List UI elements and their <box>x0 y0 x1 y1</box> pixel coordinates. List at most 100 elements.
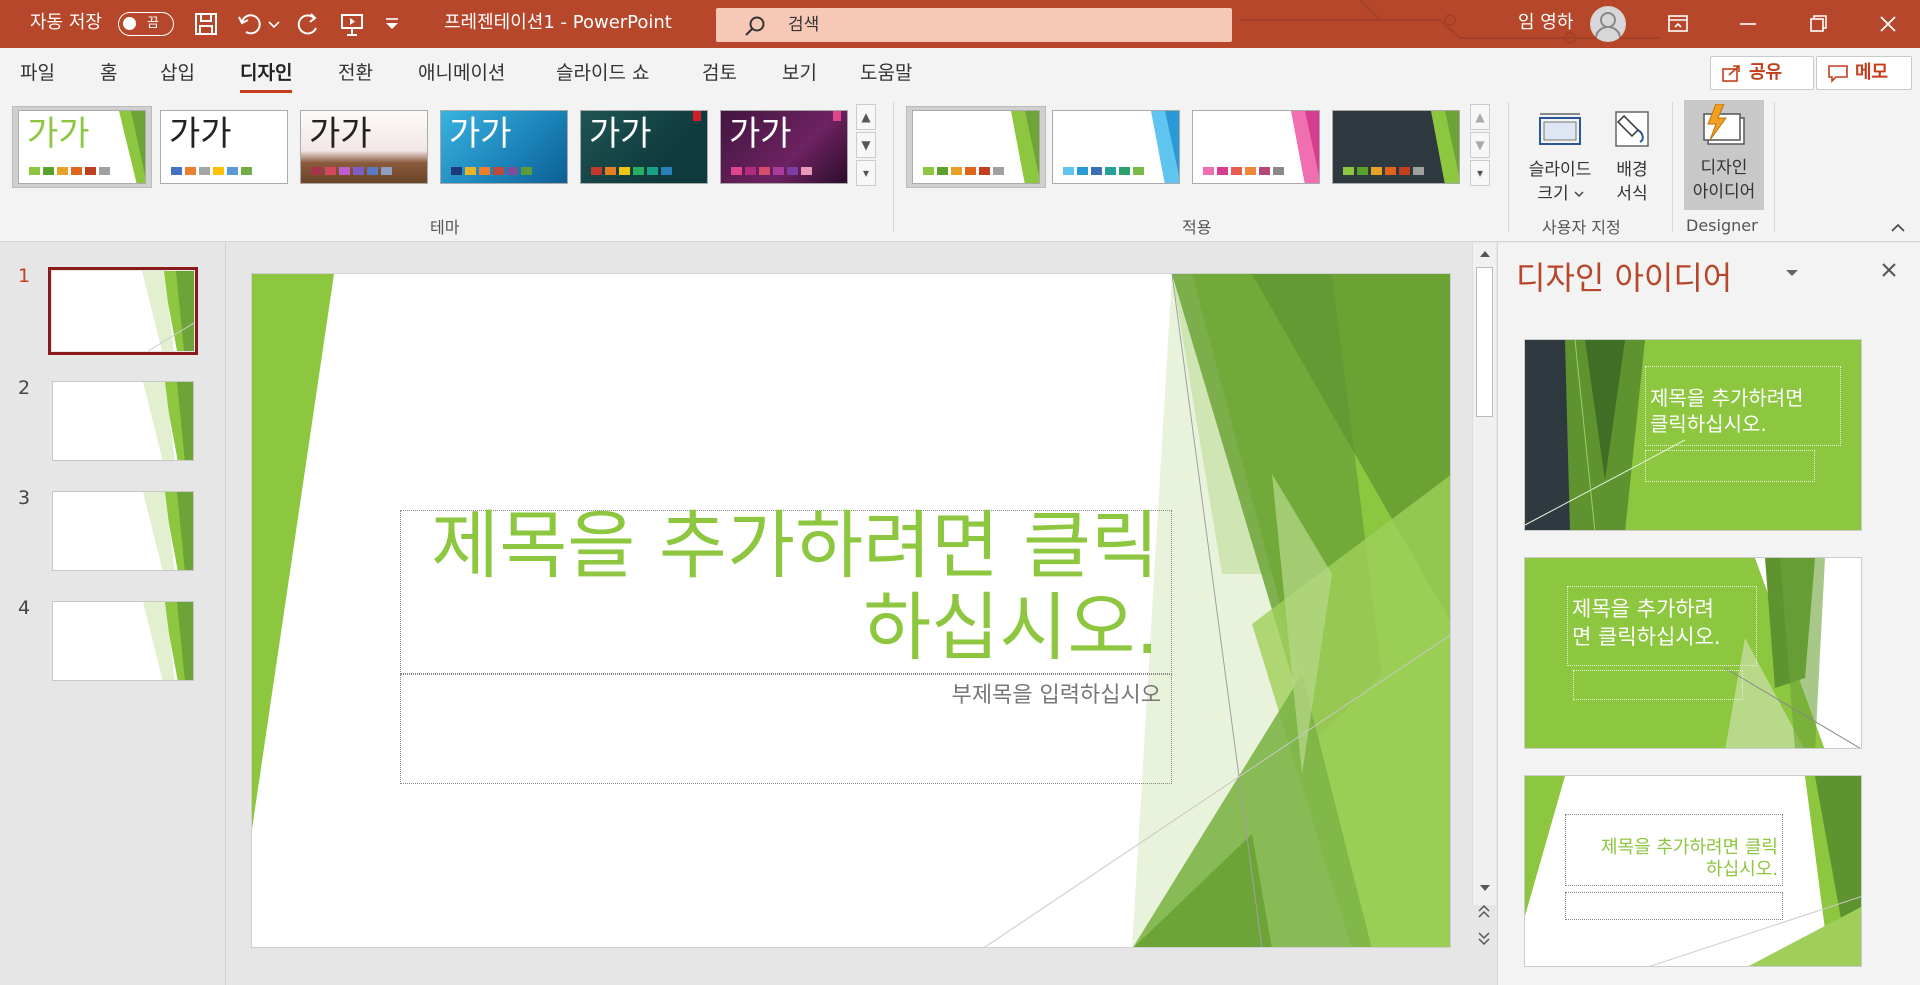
toggle-knob <box>123 17 136 30</box>
themes-group-label: 테마 <box>430 218 460 237</box>
ribbon-separator <box>1774 102 1775 232</box>
variant-3[interactable] <box>1192 110 1320 184</box>
format-background-button[interactable]: 배경 서식 <box>1604 102 1660 210</box>
theme-office[interactable]: 가가 <box>160 110 288 184</box>
tab-file[interactable]: 파일 <box>20 58 55 85</box>
variant-4[interactable] <box>1332 110 1460 184</box>
variant-colors <box>1063 167 1144 175</box>
design-ideas-button[interactable]: 디자인 아이디어 <box>1684 100 1764 210</box>
design-ideas-pane: 디자인 아이디어 제목을 추가하려면 클릭하십시오. 제목을 추가하려 면 클릭… <box>1497 243 1920 985</box>
customize-qat-icon[interactable] <box>380 8 404 40</box>
idea-title-box: 제목을 추가하려면 클릭하십시오. <box>1645 366 1841 446</box>
design-ribbon: 가가 가가 가가 가가 가가 가가 ▲ ▼ ▾ 테마 ▲ ▼ ▾ 적용 슬라이드… <box>0 94 1920 242</box>
scroll-down-icon[interactable] <box>1478 883 1492 893</box>
subtitle-placeholder[interactable]: 부제목을 입력하십시오 <box>400 674 1172 784</box>
designer-group-label: Designer <box>1686 216 1758 235</box>
tab-review[interactable]: 검토 <box>702 58 737 85</box>
restore-icon[interactable] <box>1786 0 1850 48</box>
tab-animations[interactable]: 애니메이션 <box>418 58 505 85</box>
slide-thumbnail-pane: 1 2 3 4 <box>0 243 226 985</box>
theme-colors <box>29 167 110 175</box>
slide-size-label: 슬라이드 <box>1528 160 1592 180</box>
variants-scroll-down-icon[interactable]: ▼ <box>1470 132 1490 158</box>
tab-transitions[interactable]: 전환 <box>338 58 373 85</box>
tab-insert[interactable]: 삽입 <box>160 58 195 85</box>
share-icon <box>1721 63 1743 83</box>
user-name[interactable]: 임 영하 <box>1518 0 1573 48</box>
tab-design[interactable]: 디자인 <box>240 58 293 93</box>
design-ideas-label-2: 아이디어 <box>1692 182 1756 202</box>
idea-subtitle-box <box>1565 892 1783 920</box>
variants-group-label: 적용 <box>1182 218 1212 237</box>
scroll-thumb[interactable] <box>1476 267 1493 417</box>
slide-number: 3 <box>18 487 31 509</box>
slide-thumbnail-1[interactable] <box>52 271 194 351</box>
redo-icon[interactable] <box>292 8 324 40</box>
idea-subtitle-box <box>1645 450 1815 482</box>
slide-size-icon <box>1536 108 1584 148</box>
idea2-title-line1: 제목을 추가하려 <box>1572 597 1714 621</box>
idea3-title-line2: 하십시오. <box>1706 859 1778 880</box>
comments-button[interactable]: 메모 <box>1816 56 1912 90</box>
ribbon-tabs: 파일 홈 삽입 디자인 전환 애니메이션 슬라이드 쇼 검토 보기 도움말 공유… <box>0 48 1920 94</box>
slide-thumbnail-2[interactable] <box>52 381 194 461</box>
tab-help[interactable]: 도움말 <box>860 58 912 85</box>
theme-ion-boardroom[interactable]: 가가 <box>580 110 708 184</box>
variants-scroll-up-icon[interactable]: ▲ <box>1470 104 1490 130</box>
theme-facet[interactable]: 가가 <box>18 110 146 184</box>
idea3-title-line1: 제목을 추가하려면 클릭 <box>1600 837 1778 858</box>
search-box[interactable]: 검색 <box>716 8 1232 42</box>
share-label: 공유 <box>1749 62 1783 83</box>
theme-celestial[interactable]: 가가 <box>720 110 848 184</box>
title-placeholder[interactable]: 제목을 추가하려면 클릭 하십시오. <box>400 505 1172 674</box>
close-icon[interactable] <box>1856 0 1920 48</box>
slide-thumbnail-4[interactable] <box>52 601 194 681</box>
variant-1[interactable] <box>912 110 1040 184</box>
collapse-ribbon-icon[interactable] <box>1890 222 1906 234</box>
powerpoint-window: 자동 저장 끔 프레젠테이션1 - PowerPoint 검색 임 영하 파일 … <box>0 0 1920 985</box>
present-from-start-icon[interactable] <box>336 8 368 40</box>
share-button[interactable]: 공유 <box>1710 56 1814 90</box>
design-ideas-title: 디자인 아이디어 <box>1516 259 1733 297</box>
themes-scroll-up-icon[interactable]: ▲ <box>856 104 876 130</box>
slide-number: 4 <box>18 597 31 619</box>
autosave-toggle[interactable]: 끔 <box>118 12 174 36</box>
scroll-up-icon[interactable] <box>1478 249 1492 259</box>
next-slide-icon[interactable] <box>1476 930 1492 946</box>
ribbon-separator <box>1672 102 1673 232</box>
chevron-down-icon <box>1574 190 1584 198</box>
theme-wood[interactable]: 가가 <box>300 110 428 184</box>
undo-dropdown-icon[interactable] <box>264 8 284 40</box>
slide-title-line2: 하십시오. <box>863 585 1159 671</box>
customize-group-label: 사용자 지정 <box>1542 218 1621 237</box>
slide-vertical-scrollbar[interactable] <box>1472 243 1496 905</box>
theme-ion[interactable]: 가가 <box>440 110 568 184</box>
slide-number: 2 <box>18 377 31 399</box>
idea2-title-line2: 면 클릭하십시오. <box>1572 625 1721 649</box>
pane-close-icon[interactable] <box>1880 261 1898 279</box>
slide-thumbnail-3[interactable] <box>52 491 194 571</box>
document-title: 프레젠테이션1 - PowerPoint <box>444 12 672 33</box>
format-background-icon <box>1610 106 1654 150</box>
themes-scroll-down-icon[interactable]: ▼ <box>856 132 876 158</box>
slide-size-button[interactable]: 슬라이드 크기 <box>1520 102 1600 210</box>
design-idea-2[interactable]: 제목을 추가하려 면 클릭하십시오. <box>1524 557 1862 749</box>
avatar[interactable] <box>1590 6 1626 42</box>
ribbon-display-options-icon[interactable] <box>1646 0 1710 48</box>
tab-slideshow[interactable]: 슬라이드 쇼 <box>556 58 649 85</box>
variant-2[interactable] <box>1052 110 1180 184</box>
tab-view[interactable]: 보기 <box>782 58 817 85</box>
search-icon <box>744 14 768 38</box>
variants-more-icon[interactable]: ▾ <box>1470 160 1490 186</box>
slide-number: 1 <box>18 265 31 287</box>
undo-icon[interactable] <box>234 8 266 40</box>
tab-home[interactable]: 홈 <box>100 58 117 85</box>
themes-more-icon[interactable]: ▾ <box>856 160 876 186</box>
save-icon[interactable] <box>190 8 222 40</box>
design-idea-1[interactable]: 제목을 추가하려면 클릭하십시오. <box>1524 339 1862 531</box>
pane-options-icon[interactable] <box>1784 267 1800 279</box>
minimize-icon[interactable] <box>1716 0 1780 48</box>
slide-canvas[interactable]: 제목을 추가하려면 클릭 하십시오. 부제목을 입력하십시오 <box>251 273 1451 948</box>
previous-slide-icon[interactable] <box>1476 904 1492 920</box>
design-idea-3[interactable]: 제목을 추가하려면 클릭 하십시오. <box>1524 775 1862 967</box>
